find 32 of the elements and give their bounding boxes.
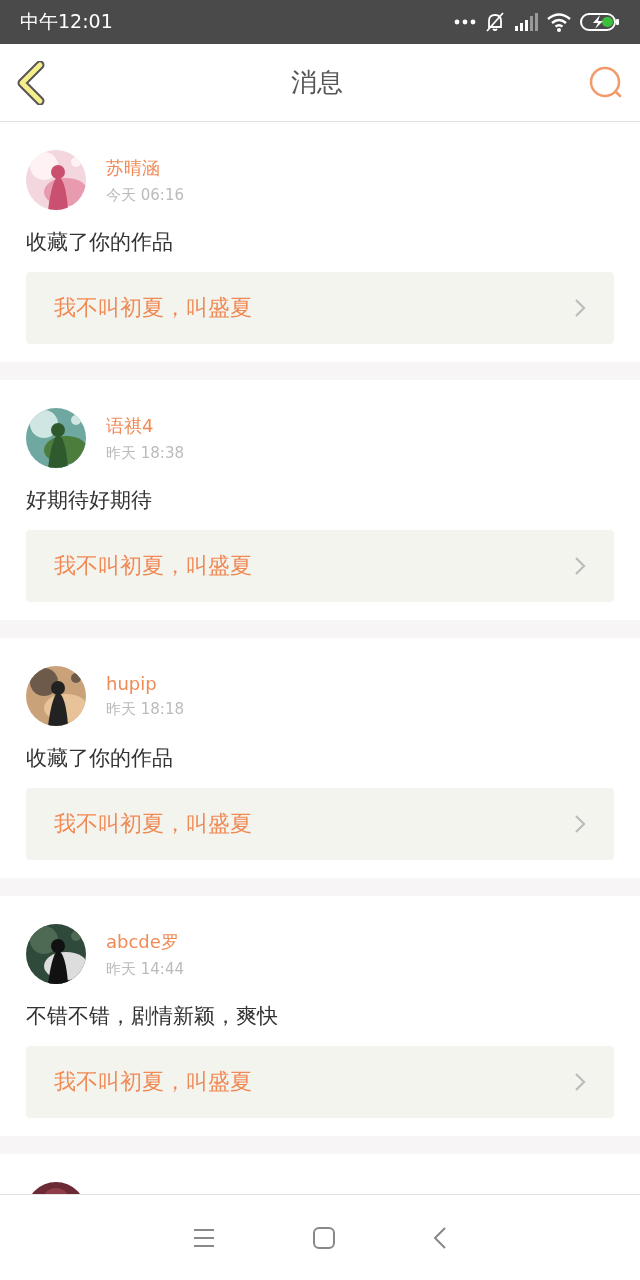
back-button[interactable]: [16, 60, 46, 105]
chevron-right-icon: [574, 814, 586, 834]
message-text: 好期待好期待: [26, 487, 153, 514]
chevron-right-icon: [574, 556, 586, 576]
back-icon[interactable]: [433, 1225, 447, 1250]
user-name[interactable]: abcde罗: [106, 929, 184, 954]
user-name[interactable]: 苏晴涵: [106, 155, 184, 180]
wifi-icon: [546, 12, 572, 32]
message-time: 昨天 14:44: [106, 959, 184, 979]
message-text: 收藏了你的作品: [26, 229, 174, 256]
menu-icon[interactable]: [193, 1227, 215, 1248]
message-text: 收藏了你的作品: [26, 745, 174, 772]
battery-icon: [580, 12, 620, 32]
work-link[interactable]: 我不叫初夏，叫盛夏: [26, 272, 614, 344]
work-link[interactable]: 我不叫初夏，叫盛夏: [26, 530, 614, 602]
home-icon[interactable]: [313, 1226, 335, 1249]
message-time: 昨天 18:18: [106, 700, 184, 719]
message-time: 今天 06:16: [106, 185, 184, 205]
chevron-right-icon: [574, 298, 586, 318]
status-time: 中午12:01: [20, 9, 113, 34]
user-name[interactable]: 语祺4: [106, 413, 184, 438]
page-title: 消息: [291, 66, 343, 99]
work-link[interactable]: 我不叫初夏，叫盛夏: [26, 1046, 614, 1118]
more-icon: [454, 19, 476, 25]
message-text: 不错不错，剧情新颖，爽快: [26, 1003, 279, 1030]
signal-icon: [514, 13, 538, 31]
back-icon: [16, 60, 46, 105]
user-name[interactable]: hupip: [106, 673, 184, 694]
message-time: 昨天 18:38: [106, 443, 184, 463]
work-link[interactable]: 我不叫初夏，叫盛夏: [26, 788, 614, 860]
muted-bell-icon: [484, 12, 506, 32]
chevron-right-icon: [574, 1072, 586, 1092]
